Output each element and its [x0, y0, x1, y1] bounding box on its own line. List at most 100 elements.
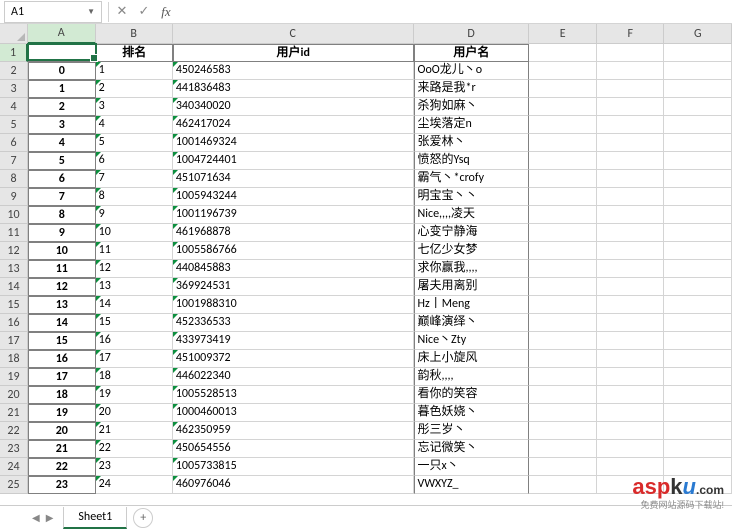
cell[interactable] — [664, 458, 732, 476]
row-header-6[interactable]: 6 — [0, 134, 28, 152]
cell[interactable]: 杀狗如麻丶 — [414, 98, 530, 116]
cell[interactable]: 450654556 — [173, 440, 414, 458]
cell[interactable]: 462350959 — [173, 422, 414, 440]
cell[interactable]: 用户名 — [414, 44, 530, 62]
cell[interactable] — [529, 224, 597, 242]
cell[interactable] — [28, 44, 96, 62]
row-header-2[interactable]: 2 — [0, 62, 28, 80]
cell[interactable]: 0 — [28, 62, 96, 80]
column-header-D[interactable]: D — [414, 24, 530, 44]
row-header-7[interactable]: 7 — [0, 152, 28, 170]
column-header-B[interactable]: B — [96, 24, 173, 44]
cell[interactable]: 排名 — [96, 44, 173, 62]
cell[interactable] — [529, 44, 597, 62]
cell[interactable]: 8 — [96, 188, 173, 206]
cell[interactable]: 12 — [28, 278, 96, 296]
cell[interactable] — [529, 206, 597, 224]
cell[interactable]: 11 — [28, 260, 96, 278]
cell[interactable] — [664, 368, 732, 386]
cell[interactable]: 愤怒的Ysq — [414, 152, 530, 170]
cell[interactable] — [529, 170, 597, 188]
cell[interactable]: 2 — [28, 98, 96, 116]
cell[interactable] — [597, 404, 665, 422]
nav-prev-icon[interactable]: ◀ — [30, 511, 42, 524]
cell[interactable]: 9 — [96, 206, 173, 224]
row-header-4[interactable]: 4 — [0, 98, 28, 116]
row-header-10[interactable]: 10 — [0, 206, 28, 224]
formula-input[interactable] — [177, 1, 732, 23]
cell[interactable]: 21 — [28, 440, 96, 458]
cell[interactable]: 彤三岁丶 — [414, 422, 530, 440]
cell[interactable]: 床上小旋风 — [414, 350, 530, 368]
cell[interactable]: Nice丶Zty — [414, 332, 530, 350]
row-header-17[interactable]: 17 — [0, 332, 28, 350]
cell[interactable]: 明宝宝丶丶 — [414, 188, 530, 206]
cell[interactable] — [529, 188, 597, 206]
cell[interactable] — [664, 206, 732, 224]
cell[interactable]: 446022340 — [173, 368, 414, 386]
cell[interactable] — [597, 350, 665, 368]
cell[interactable] — [529, 458, 597, 476]
cell[interactable]: 1 — [28, 80, 96, 98]
cell[interactable] — [529, 80, 597, 98]
sheet-nav-buttons[interactable]: ◀ ▶ — [30, 511, 55, 524]
cell[interactable] — [597, 242, 665, 260]
cell[interactable] — [597, 476, 665, 494]
cell[interactable]: 霸气丶*crofy — [414, 170, 530, 188]
cell[interactable] — [597, 80, 665, 98]
sheet-tab[interactable]: Sheet1 — [63, 507, 127, 529]
cell[interactable]: 15 — [96, 314, 173, 332]
cell[interactable]: 16 — [28, 350, 96, 368]
cell[interactable]: 2 — [96, 80, 173, 98]
cell[interactable]: VWXYZ_ — [414, 476, 530, 494]
cell[interactable]: 19 — [96, 386, 173, 404]
cell[interactable]: 452336533 — [173, 314, 414, 332]
cell[interactable] — [597, 188, 665, 206]
cell[interactable] — [664, 260, 732, 278]
cell[interactable]: 461968878 — [173, 224, 414, 242]
cell[interactable]: 23 — [28, 476, 96, 494]
cell[interactable] — [597, 260, 665, 278]
cell[interactable]: 22 — [28, 458, 96, 476]
cell[interactable]: 5 — [28, 152, 96, 170]
cell[interactable]: 1 — [96, 62, 173, 80]
cell[interactable] — [597, 458, 665, 476]
cell[interactable] — [597, 332, 665, 350]
cell[interactable]: 求你赢我,,,, — [414, 260, 530, 278]
cell[interactable]: 24 — [96, 476, 173, 494]
cell[interactable]: 张爱林丶 — [414, 134, 530, 152]
cell[interactable] — [529, 332, 597, 350]
cell[interactable]: 1005586766 — [173, 242, 414, 260]
cell[interactable]: 1005943244 — [173, 188, 414, 206]
cell[interactable] — [664, 296, 732, 314]
cell[interactable]: 433973419 — [173, 332, 414, 350]
row-header-15[interactable]: 15 — [0, 296, 28, 314]
row-header-12[interactable]: 12 — [0, 242, 28, 260]
cell[interactable]: 21 — [96, 422, 173, 440]
cell[interactable]: 1000460013 — [173, 404, 414, 422]
row-header-22[interactable]: 22 — [0, 422, 28, 440]
name-box-dropdown-icon[interactable]: ▼ — [87, 7, 95, 17]
cell[interactable]: 440845883 — [173, 260, 414, 278]
row-header-13[interactable]: 13 — [0, 260, 28, 278]
cell[interactable] — [597, 170, 665, 188]
cell[interactable]: 19 — [28, 404, 96, 422]
cell[interactable]: 18 — [28, 386, 96, 404]
cell[interactable] — [597, 206, 665, 224]
row-header-24[interactable]: 24 — [0, 458, 28, 476]
column-header-E[interactable]: E — [529, 24, 597, 44]
cell[interactable]: 忘记微笑丶 — [414, 440, 530, 458]
cell[interactable] — [664, 476, 732, 494]
cell[interactable] — [664, 80, 732, 98]
cell[interactable] — [664, 440, 732, 458]
cell[interactable]: 450246583 — [173, 62, 414, 80]
cell[interactable] — [529, 116, 597, 134]
cell[interactable] — [529, 62, 597, 80]
cell[interactable]: 20 — [28, 422, 96, 440]
cell[interactable]: 9 — [28, 224, 96, 242]
cell[interactable]: 尘埃落定n — [414, 116, 530, 134]
row-header-11[interactable]: 11 — [0, 224, 28, 242]
cell[interactable]: 屠夫用离别 — [414, 278, 530, 296]
row-header-8[interactable]: 8 — [0, 170, 28, 188]
column-header-A[interactable]: A — [28, 24, 96, 44]
